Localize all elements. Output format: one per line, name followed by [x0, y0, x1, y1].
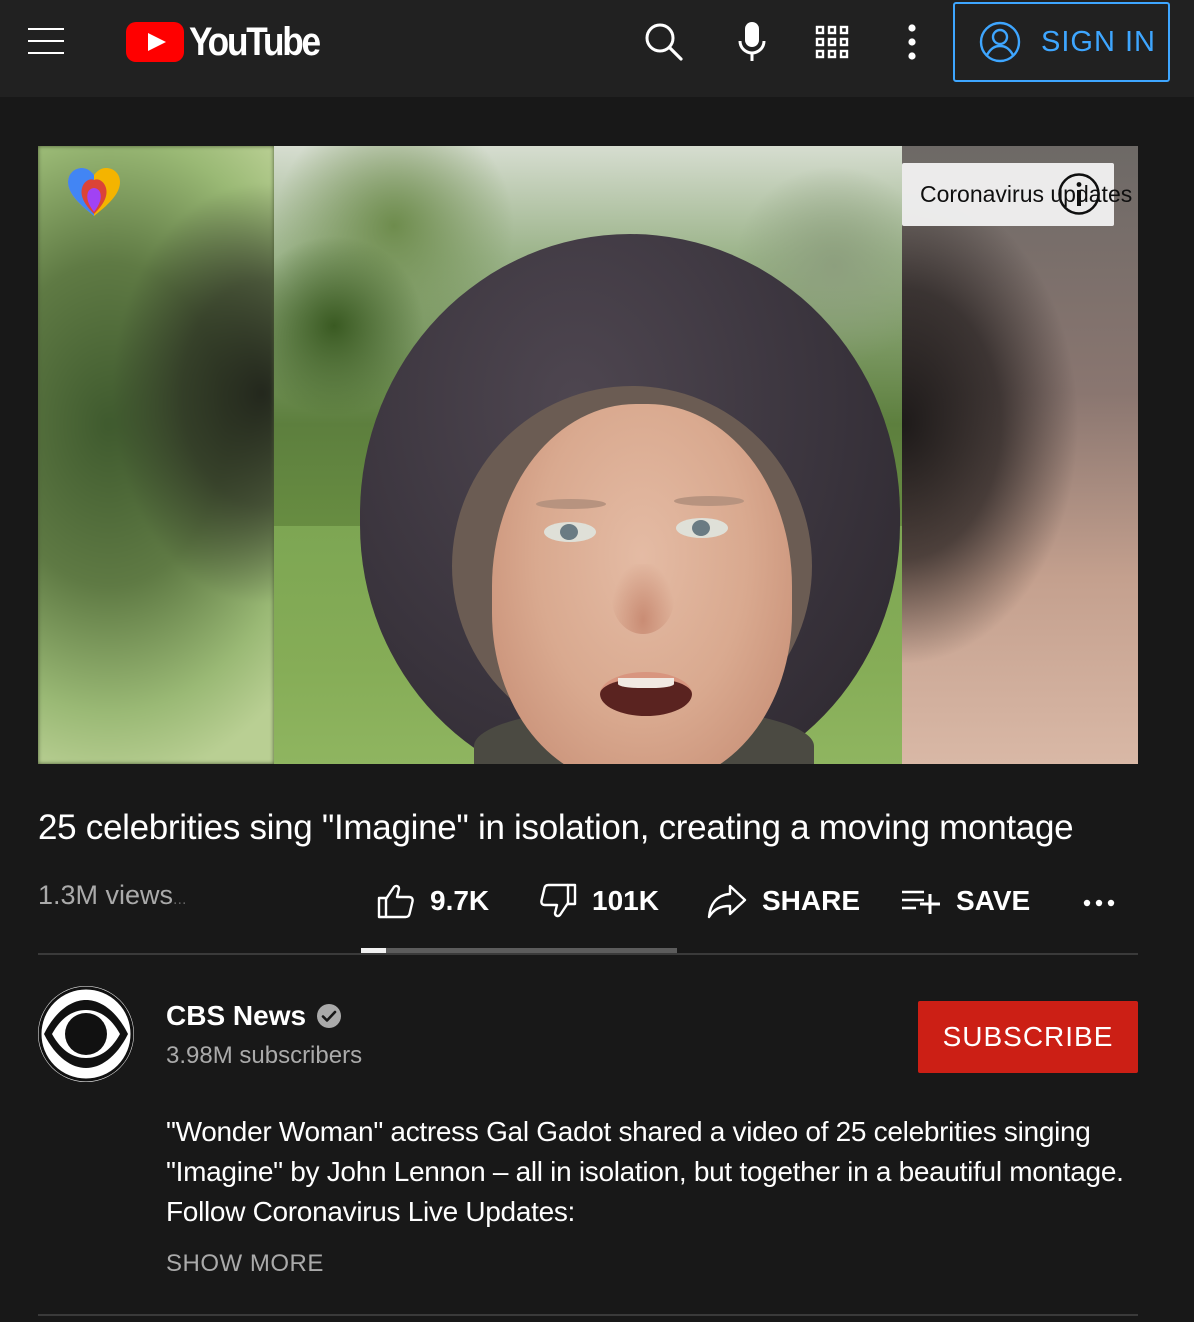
- sign-in-button[interactable]: SIGN IN: [953, 2, 1170, 82]
- video-title: 25 celebrities sing "Imagine" in isolati…: [38, 808, 1074, 847]
- subscribe-label: SUBSCRIBE: [942, 1021, 1114, 1052]
- share-label: SHARE: [762, 885, 861, 916]
- playlist-add-icon: [902, 890, 940, 914]
- coronavirus-updates-banner[interactable]: Coronavirus updates: [902, 163, 1132, 226]
- more-horiz-icon: [1083, 899, 1115, 907]
- mic-icon[interactable]: [730, 20, 774, 64]
- video-player[interactable]: Coronavirus updates: [38, 146, 1138, 764]
- more-vert-icon[interactable]: [890, 20, 934, 64]
- youtube-play-icon: [126, 22, 184, 62]
- like-count: 9.7K: [430, 885, 490, 916]
- video-blur-right: [902, 146, 1138, 764]
- view-count: 1.3M views...: [38, 880, 186, 911]
- divider: [38, 953, 1138, 955]
- share-button[interactable]: SHARE: [706, 868, 860, 934]
- show-more-button[interactable]: SHOW MORE: [166, 1250, 324, 1278]
- channel-name: CBS News: [166, 1000, 307, 1031]
- sign-in-label: SIGN IN: [1041, 25, 1156, 58]
- search-icon[interactable]: [641, 20, 685, 64]
- thumbs-down-icon: [540, 883, 577, 918]
- channel-avatar[interactable]: [38, 986, 134, 1082]
- menu-icon[interactable]: [28, 28, 64, 54]
- channel-name-link[interactable]: CBS News: [166, 1000, 342, 1032]
- more-actions-button[interactable]: [1080, 868, 1120, 934]
- video-description: "Wonder Woman" actress Gal Gadot shared …: [166, 1116, 1124, 1227]
- save-button[interactable]: SAVE: [900, 868, 1030, 934]
- subscribe-button[interactable]: SUBSCRIBE: [918, 1001, 1138, 1073]
- video-blur-left: [38, 146, 274, 764]
- youtube-logo[interactable]: YouTube: [126, 19, 337, 64]
- share-icon: [707, 884, 747, 919]
- action-bar: 9.7K 101K SHARE SAVE: [360, 868, 1140, 934]
- apps-icon[interactable]: [810, 20, 854, 64]
- view-count-text: 1.3M views: [38, 880, 174, 910]
- health-logo-icon: [66, 166, 122, 218]
- cbs-eye-logo: [38, 986, 134, 1082]
- like-button[interactable]: 9.7K: [376, 868, 489, 934]
- divider: [38, 1314, 1138, 1316]
- verified-check-icon: [317, 1004, 342, 1028]
- logo-text: YouTube: [189, 19, 321, 64]
- thumbs-up-icon: [377, 884, 414, 919]
- view-count-ellipsis: ...: [173, 891, 187, 908]
- dislike-button[interactable]: 101K: [538, 868, 659, 934]
- account-icon: [979, 21, 1021, 63]
- subscriber-count: 3.98M subscribers: [166, 1042, 363, 1069]
- top-bar: YouTube SIGN IN: [0, 0, 1194, 97]
- dislike-count: 101K: [592, 885, 659, 916]
- video-frame: [274, 146, 902, 764]
- info-icon: [1058, 173, 1100, 215]
- save-label: SAVE: [956, 885, 1031, 916]
